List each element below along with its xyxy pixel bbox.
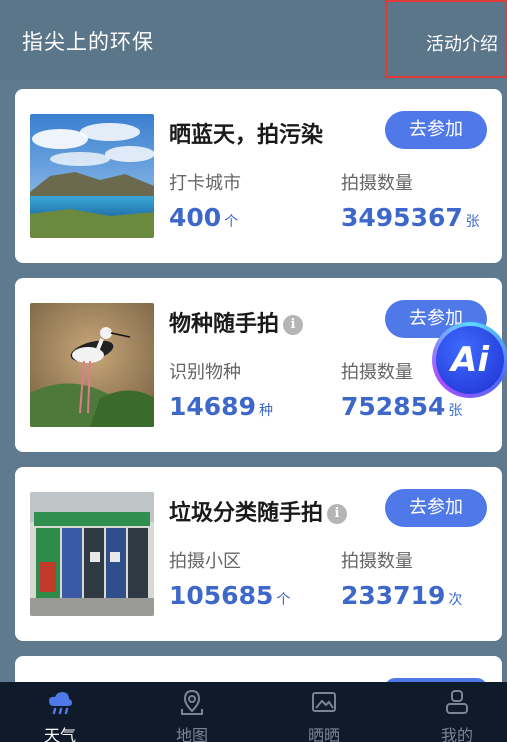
card-title-text: 物种随手拍 (169, 312, 280, 337)
stat-label: 打卡城市 (169, 173, 241, 194)
tab-label: 地图 (175, 726, 208, 742)
tab-share[interactable]: 晒晒 (274, 682, 374, 742)
cloud-rain-icon (49, 692, 72, 715)
bottom-tab-bar: 天气 地图 晒晒 我的 (0, 682, 507, 742)
stat-unit: 张 (448, 403, 463, 419)
stat-value: 233719 次 (341, 581, 462, 610)
tab-label: 晒晒 (307, 726, 340, 742)
stat-number: 14689 (169, 392, 256, 421)
stat-number: 3495367 (341, 203, 463, 232)
stat-number: 752854 (341, 392, 446, 421)
card-title-text: 垃圾分类随手拍 (169, 501, 324, 526)
page-title: 指尖上的环保 (22, 30, 154, 54)
tab-map[interactable]: 地图 (142, 682, 242, 742)
activity-card-species[interactable]: 物种随手拍 i 去参加 识别物种 拍摄数量 14689 种 752854 张 (15, 278, 502, 452)
map-pin-icon (181, 689, 203, 715)
stat-label: 拍摄小区 (169, 551, 241, 572)
stat-unit: 张 (465, 214, 480, 230)
tab-weather[interactable]: 天气 (10, 682, 110, 742)
stat-label: 识别物种 (169, 362, 241, 383)
stat-number: 233719 (341, 581, 446, 610)
stat-label: 拍摄数量 (341, 362, 413, 383)
info-icon[interactable]: i (283, 315, 304, 335)
card-image-bird (30, 303, 154, 427)
join-button[interactable]: 去参加 (385, 489, 487, 527)
stat-unit: 次 (448, 592, 463, 608)
stat-value: 400 个 (169, 203, 238, 232)
stat-value: 3495367 张 (341, 203, 480, 232)
tab-label: 我的 (440, 726, 473, 742)
stat-number: 105685 (169, 581, 274, 610)
stat-number: 400 (169, 203, 222, 232)
stat-value: 105685 个 (169, 581, 290, 610)
card-title: 物种随手拍 i (169, 306, 304, 338)
stat-value: 752854 张 (341, 392, 462, 421)
tab-profile[interactable]: 我的 (407, 682, 507, 742)
stat-value: 14689 种 (169, 392, 273, 421)
card-image-bins (30, 492, 154, 616)
stat-unit: 个 (276, 592, 291, 608)
stat-label: 拍摄数量 (341, 173, 413, 194)
ai-badge-label: Ai (436, 326, 504, 394)
user-icon (446, 690, 468, 714)
tab-label: 天气 (43, 726, 76, 742)
activity-card-garbage-sorting[interactable]: 垃圾分类随手拍 i 去参加 拍摄小区 拍摄数量 105685 个 233719 次 (15, 467, 502, 641)
ai-assistant-button[interactable]: Ai (432, 322, 507, 398)
stat-unit: 个 (224, 214, 239, 230)
card-title: 垃圾分类随手拍 i (169, 495, 348, 527)
stat-label: 拍摄数量 (341, 551, 413, 572)
activity-card-blue-sky[interactable]: 晒蓝天，拍污染 去参加 打卡城市 拍摄数量 400 个 3495367 张 (15, 89, 502, 263)
highlight-annotation-box (385, 0, 507, 78)
card-title: 晒蓝天，拍污染 (169, 123, 324, 148)
info-icon[interactable]: i (327, 504, 348, 524)
card-image-landscape (30, 114, 154, 238)
photo-icon (312, 692, 336, 712)
join-button[interactable]: 去参加 (385, 111, 487, 149)
stat-unit: 种 (258, 403, 273, 419)
